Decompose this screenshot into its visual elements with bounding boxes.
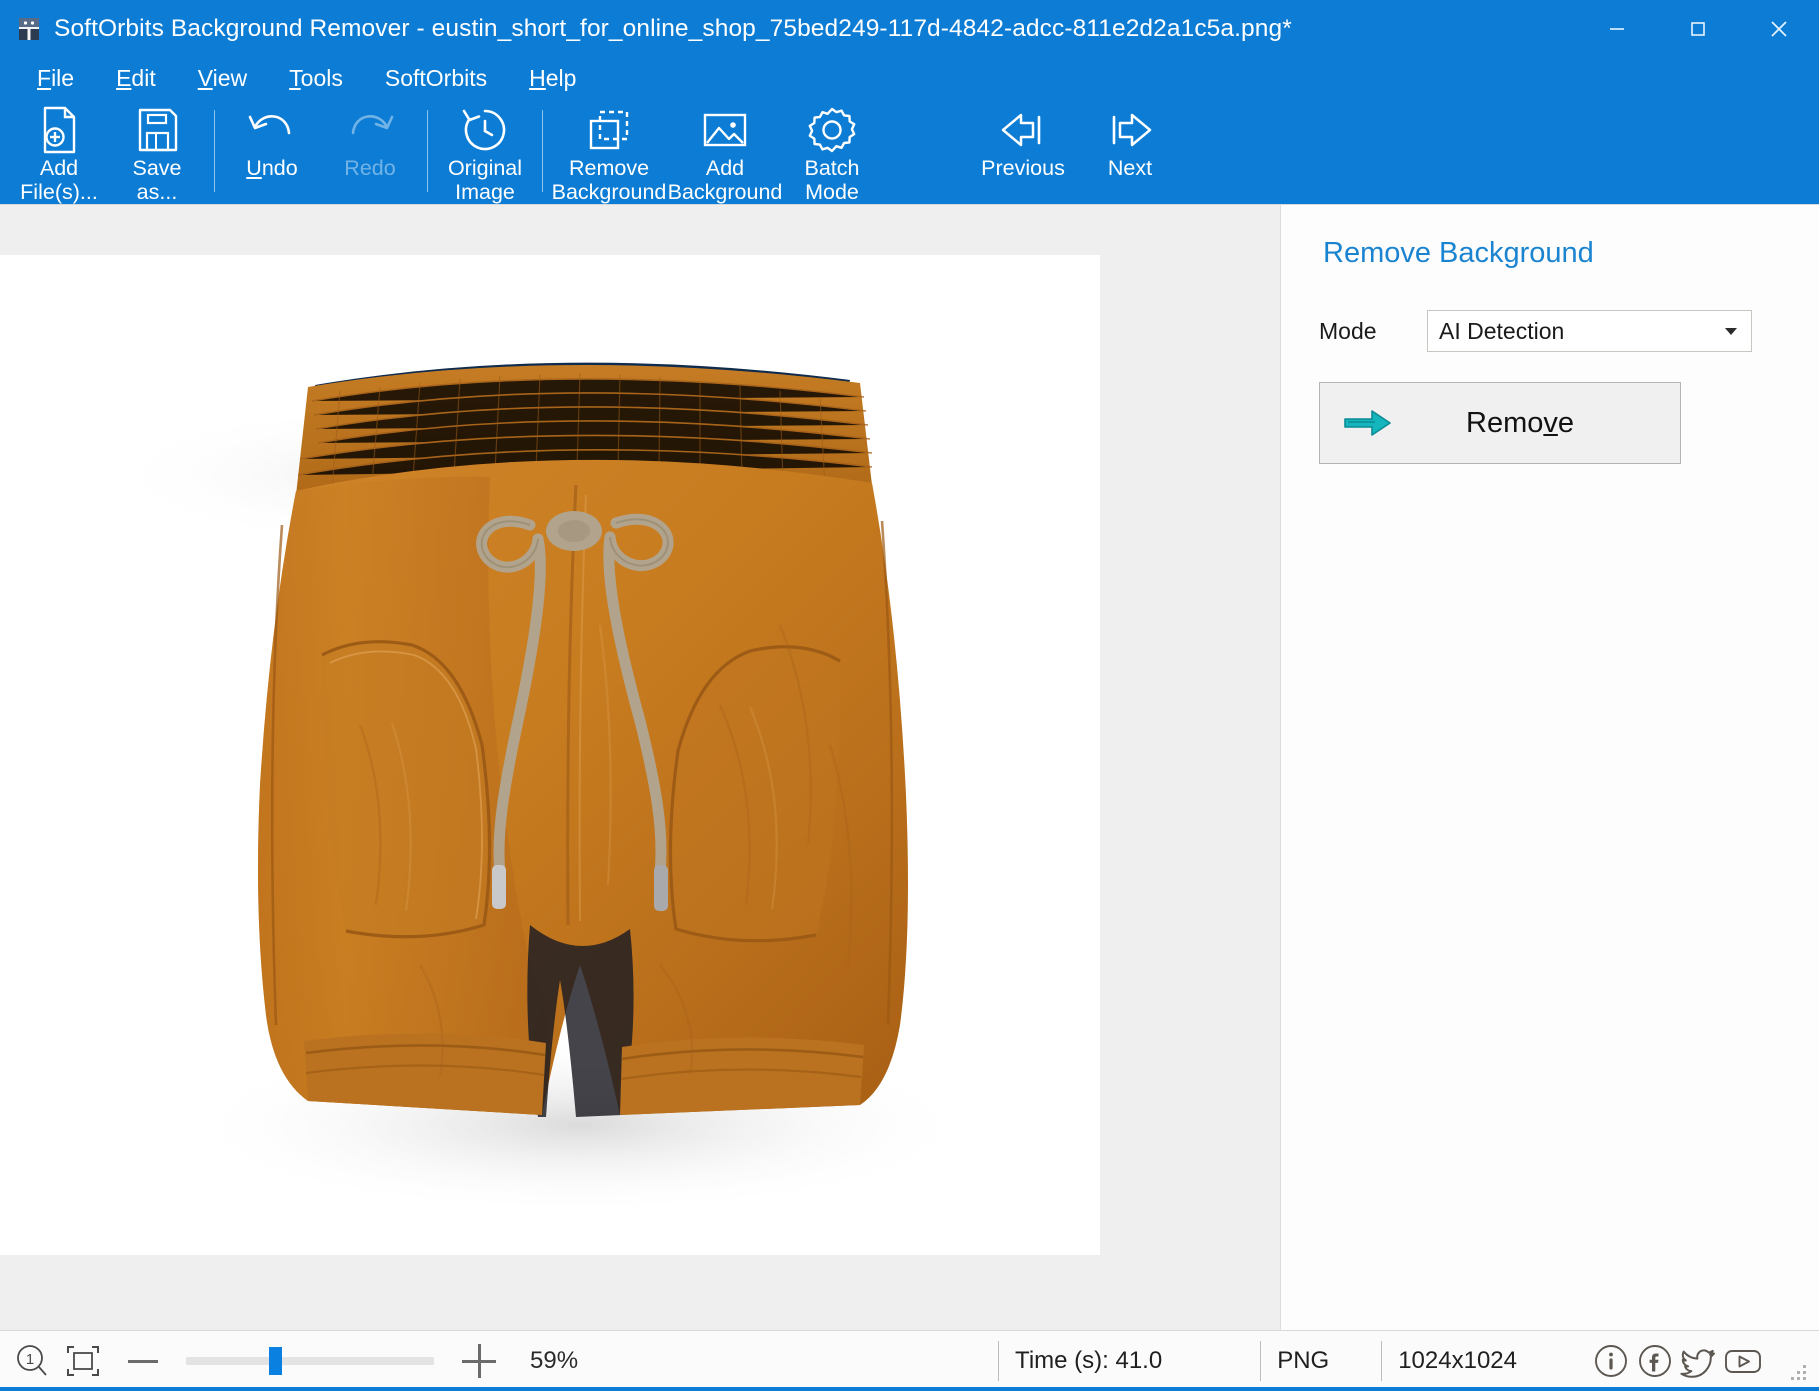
panel-title: Remove Background — [1323, 237, 1819, 270]
remove-background-button[interactable]: Remove Background — [551, 98, 667, 204]
undo-button[interactable]: Undo — [223, 98, 321, 204]
zoom-1to1-icon[interactable]: 1 — [14, 1343, 50, 1379]
window-bottom-accent — [0, 1387, 1819, 1391]
toolbar-separator-2 — [427, 110, 428, 192]
fit-to-window-icon[interactable] — [64, 1343, 102, 1379]
maximize-button[interactable] — [1657, 0, 1738, 58]
info-icon[interactable] — [1589, 1339, 1633, 1383]
mode-select[interactable]: AI Detection — [1427, 310, 1752, 352]
mode-row: Mode AI Detection — [1319, 310, 1819, 352]
application-window: SoftOrbits Background Remover - eustin_s… — [0, 0, 1819, 1391]
app-icon — [16, 16, 42, 42]
resize-grip[interactable] — [1791, 1365, 1809, 1383]
add-background-label: Add Background — [668, 156, 783, 204]
format-status: PNG — [1260, 1341, 1329, 1381]
menu-item-view[interactable]: View — [183, 63, 262, 94]
previous-button[interactable]: Previous — [965, 98, 1081, 204]
arrow-right-bar-icon — [1102, 102, 1158, 158]
image-preview — [0, 255, 1100, 1255]
redo-button[interactable]: Redo — [321, 98, 419, 204]
original-image-button[interactable]: Original Image — [436, 98, 534, 204]
original-image-label: Original Image — [448, 156, 522, 204]
teal-arrow-right-icon — [1342, 407, 1394, 439]
undo-label: Undo — [246, 156, 297, 180]
title-bar: SoftOrbits Background Remover - eustin_s… — [0, 0, 1819, 58]
redo-icon — [343, 102, 397, 158]
picture-icon — [698, 102, 752, 158]
svg-text:1: 1 — [26, 1351, 34, 1368]
add-files-button[interactable]: Add File(s)... — [10, 98, 108, 204]
add-background-button[interactable]: Add Background — [667, 98, 783, 204]
zoom-slider-thumb[interactable] — [269, 1347, 282, 1375]
mode-selected-value: AI Detection — [1439, 318, 1564, 345]
batch-mode-label: Batch Mode — [805, 156, 860, 204]
zoom-slider[interactable] — [186, 1357, 434, 1365]
facebook-icon[interactable] — [1633, 1339, 1677, 1383]
social-links — [1589, 1339, 1765, 1383]
dimensions-status: 1024x1024 — [1381, 1341, 1517, 1381]
menu-item-softorbits[interactable]: SoftOrbits — [370, 63, 502, 94]
time-status: Time (s): 41.0 — [998, 1341, 1162, 1381]
menu-item-edit[interactable]: Edit — [101, 63, 171, 94]
batch-mode-button[interactable]: Batch Mode — [783, 98, 881, 204]
chevron-down-icon — [1725, 328, 1737, 335]
history-clock-icon — [459, 102, 511, 158]
zoom-out-button[interactable] — [128, 1360, 158, 1363]
shorts-image — [60, 325, 1040, 1225]
zoom-percent-label: 59% — [530, 1347, 578, 1375]
twitter-icon[interactable] — [1677, 1339, 1721, 1383]
toolbar: Add File(s)... Save as... Undo — [0, 98, 1819, 204]
minimize-button[interactable] — [1576, 0, 1657, 58]
remove-button[interactable]: Remove — [1319, 382, 1681, 464]
menu-item-tools[interactable]: Tools — [274, 63, 358, 94]
remove-background-label: Remove Background — [552, 156, 667, 204]
next-button[interactable]: Next — [1081, 98, 1179, 204]
window-title: SoftOrbits Background Remover - eustin_s… — [54, 15, 1292, 43]
menu-item-help[interactable]: Help — [514, 63, 591, 94]
redo-label: Redo — [344, 156, 395, 180]
add-files-label: Add File(s)... — [20, 156, 98, 204]
arrow-left-bar-icon — [995, 102, 1051, 158]
undo-icon — [245, 102, 299, 158]
work-area: Remove Background Mode AI Detection Remo… — [0, 204, 1819, 1330]
status-bar: 1 59% Time (s): 41.0 PNG 1024x1024 — [0, 1330, 1819, 1391]
image-canvas[interactable] — [0, 204, 1280, 1330]
save-as-button[interactable]: Save as... — [108, 98, 206, 204]
remove-button-label: Remove — [1394, 407, 1646, 440]
toolbar-gap — [881, 98, 965, 204]
mode-label: Mode — [1319, 318, 1427, 345]
close-button[interactable] — [1738, 0, 1819, 58]
menu-bar: File Edit View Tools SoftOrbits Help — [0, 58, 1819, 98]
gear-icon — [806, 102, 858, 158]
previous-label: Previous — [981, 156, 1065, 180]
save-as-label: Save as... — [132, 156, 181, 204]
remove-background-icon — [583, 102, 635, 158]
window-controls — [1576, 0, 1819, 58]
side-panel: Remove Background Mode AI Detection Remo… — [1280, 204, 1819, 1330]
youtube-icon[interactable] — [1721, 1339, 1765, 1383]
menu-item-file[interactable]: File — [22, 63, 89, 94]
toolbar-separator-1 — [214, 110, 215, 192]
save-icon — [132, 102, 182, 158]
next-label: Next — [1108, 156, 1152, 180]
zoom-in-button[interactable] — [462, 1344, 496, 1378]
toolbar-separator-3 — [542, 110, 543, 192]
add-file-icon — [34, 102, 84, 158]
